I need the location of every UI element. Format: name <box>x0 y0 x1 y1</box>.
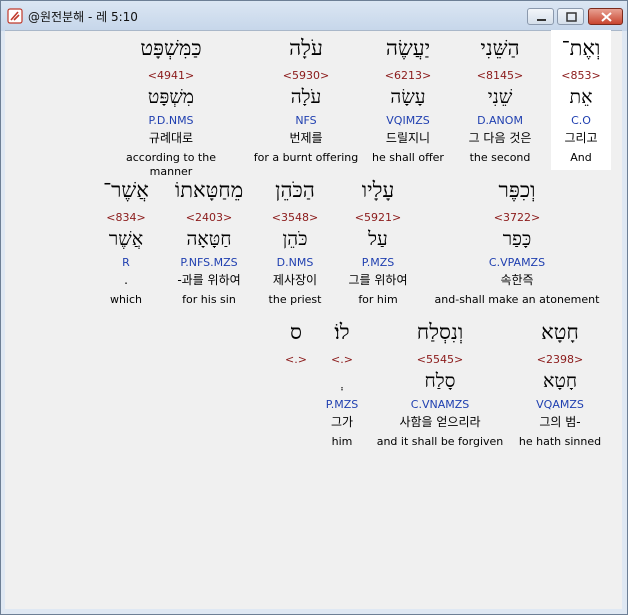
hebrew-word: חָטָא <box>541 320 579 344</box>
lemma: עֹלָה <box>290 86 322 108</box>
lemma: חָטָא <box>542 370 578 392</box>
hebrew-word: כַּמִּשְׁפָּט <box>140 36 202 60</box>
korean-gloss: 번제를 <box>289 131 323 145</box>
hebrew-word: עֹלָה <box>289 36 323 60</box>
minimize-button[interactable] <box>527 8 554 25</box>
lemma: עָשָׂה <box>390 86 426 108</box>
morphology-code: VQAMZS <box>536 398 584 411</box>
lemma: כָּפַר <box>502 228 532 250</box>
english-gloss: and-shall make an atonement <box>434 293 600 306</box>
morphology-code: VQIMZS <box>386 114 430 127</box>
english-gloss: him <box>331 435 353 448</box>
strong-number[interactable]: <4941> <box>111 69 231 83</box>
lemma: מִשְׁפָּט <box>147 86 195 108</box>
korean-gloss: 그가 <box>330 415 354 429</box>
korean-gloss: . <box>124 273 128 287</box>
strong-number[interactable]: <3722> <box>457 211 577 225</box>
strong-number[interactable]: <6213> <box>348 69 468 83</box>
korean-gloss: 속한즉 <box>500 273 534 287</box>
close-button[interactable] <box>588 8 623 25</box>
hebrew-word: ס <box>290 320 302 344</box>
maximize-icon <box>566 12 577 22</box>
morphology-code: NFS <box>295 114 317 127</box>
strong-number[interactable]: <.> <box>236 353 356 367</box>
hebrew-word: יַעֲשֶׂה <box>385 36 431 60</box>
morphology-code: R <box>122 256 130 269</box>
window-title: @원전분해 - 레 5:10 <box>28 10 138 24</box>
morphology-code: P.D.NMS <box>148 114 194 127</box>
english-gloss: he shall offer <box>372 151 444 164</box>
korean-gloss: 그의 범- <box>539 415 581 429</box>
title-bar[interactable]: @원전분해 - 레 5:10 <box>1 1 627 31</box>
morphology-code: P.MZS <box>325 398 359 411</box>
close-icon <box>601 12 612 22</box>
hebrew-word: וְכִפֶּר <box>498 178 536 202</box>
english-gloss: which <box>109 293 143 306</box>
lemma: ְ <box>282 369 402 393</box>
hebrew-word: אֲשֶׁר־ <box>103 178 149 202</box>
minimize-icon <box>537 19 546 21</box>
lemma: אֲשֶׁר <box>108 228 144 250</box>
korean-gloss: 규례대로 <box>148 131 194 145</box>
maximize-button[interactable] <box>557 8 584 25</box>
english-gloss: for a burnt offering <box>253 151 359 164</box>
strong-number[interactable]: <2398> <box>500 353 620 367</box>
morphology-code: C.VPAMZS <box>488 256 546 269</box>
strong-number[interactable]: <5930> <box>246 69 366 83</box>
korean-gloss: 드릴지니 <box>385 131 431 145</box>
app-icon <box>7 8 23 24</box>
strong-number[interactable]: <834> <box>66 211 186 225</box>
english-gloss: according to the manner <box>126 151 216 178</box>
